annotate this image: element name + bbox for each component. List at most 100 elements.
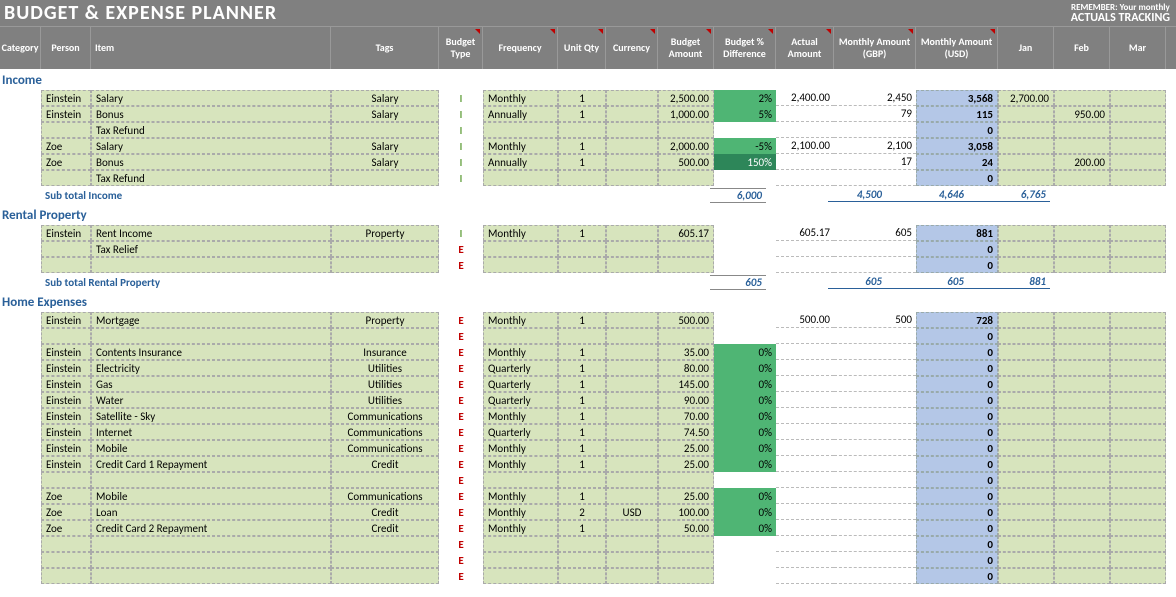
cell-qty[interactable]: 1 (558, 408, 606, 424)
cell-feb[interactable]: 200.00 (1054, 154, 1110, 170)
cell-monthly-usd[interactable]: 115 (916, 106, 998, 122)
cell-mar[interactable] (1110, 408, 1166, 424)
cell-monthly-usd[interactable]: 0 (916, 488, 998, 504)
cell-monthly-gbp[interactable]: 2,450 (834, 90, 916, 106)
cell-feb[interactable] (1054, 328, 1110, 344)
cell-budget-pct-diff[interactable]: 0% (714, 408, 776, 424)
cell-monthly-usd[interactable]: 0 (916, 170, 998, 186)
cell-tags[interactable] (331, 257, 439, 273)
cell-qty[interactable]: 1 (558, 392, 606, 408)
cell-person[interactable]: Zoe (41, 520, 91, 536)
cell-tags[interactable]: Credit (331, 456, 439, 472)
cell-budget-type[interactable]: I (439, 138, 483, 154)
cell-monthly-gbp[interactable] (834, 504, 916, 520)
cell-tags[interactable]: Salary (331, 154, 439, 170)
cell-tags[interactable]: Credit (331, 504, 439, 520)
cell-currency[interactable] (606, 328, 658, 344)
cell-person[interactable]: Einstein (41, 424, 91, 440)
cell-actual-amount[interactable] (776, 392, 834, 408)
cell-person[interactable] (41, 536, 91, 552)
cell-qty[interactable]: 2 (558, 504, 606, 520)
cell-budget-type[interactable]: I (439, 154, 483, 170)
cell-jan[interactable] (998, 225, 1054, 241)
cell-currency[interactable] (606, 376, 658, 392)
cell-jan[interactable] (998, 568, 1054, 584)
cell-mar[interactable] (1110, 456, 1166, 472)
cell-tags[interactable] (331, 241, 439, 257)
cell-qty[interactable] (558, 568, 606, 584)
cell-frequency[interactable]: Quarterly (483, 392, 558, 408)
cell-monthly-gbp[interactable] (834, 170, 916, 186)
col-actual-amount[interactable]: Actual Amount (776, 27, 834, 69)
cell-currency[interactable] (606, 154, 658, 170)
cell-frequency[interactable]: Monthly (483, 488, 558, 504)
cell-frequency[interactable]: Monthly (483, 90, 558, 106)
cell-item[interactable]: Tax Refund (91, 122, 331, 138)
cell-item[interactable]: Gas (91, 376, 331, 392)
table-row[interactable]: EinsteinGasUtilitiesEQuarterly1145.000%0 (0, 376, 1176, 392)
table-row[interactable]: EinsteinSalarySalaryIMonthly12,500.002%2… (0, 90, 1176, 106)
cell-frequency[interactable] (483, 257, 558, 273)
cell-qty[interactable]: 1 (558, 440, 606, 456)
cell-actual-amount[interactable] (776, 328, 834, 344)
cell-budget-type[interactable]: E (439, 257, 483, 273)
cell-tags[interactable]: Salary (331, 90, 439, 106)
cell-mar[interactable] (1110, 328, 1166, 344)
cell-currency[interactable] (606, 360, 658, 376)
cell-feb[interactable] (1054, 424, 1110, 440)
cell-person[interactable]: Einstein (41, 376, 91, 392)
cell-qty[interactable] (558, 241, 606, 257)
cell-budget-amount[interactable] (658, 122, 714, 138)
cell-jan[interactable] (998, 241, 1054, 257)
cell-budget-pct-diff[interactable]: 2% (714, 90, 776, 106)
cell-actual-amount[interactable] (776, 241, 834, 257)
cell-tags[interactable]: Communications (331, 440, 439, 456)
cell-monthly-usd[interactable]: 0 (916, 520, 998, 536)
cell-budget-amount[interactable]: 74.50 (658, 424, 714, 440)
cell-jan[interactable] (998, 472, 1054, 488)
cell-currency[interactable] (606, 568, 658, 584)
cell-currency[interactable]: USD (606, 504, 658, 520)
cell-budget-amount[interactable] (658, 170, 714, 186)
cell-feb[interactable] (1054, 344, 1110, 360)
table-row[interactable]: E0 (0, 536, 1176, 552)
cell-budget-pct-diff[interactable] (714, 257, 776, 273)
table-row[interactable]: E0 (0, 552, 1176, 568)
cell-budget-amount[interactable]: 90.00 (658, 392, 714, 408)
cell-qty[interactable]: 1 (558, 106, 606, 122)
cell-person[interactable]: Einstein (41, 456, 91, 472)
cell-person[interactable]: Einstein (41, 312, 91, 328)
cell-person[interactable]: Einstein (41, 344, 91, 360)
cell-budget-type[interactable]: E (439, 568, 483, 584)
cell-monthly-usd[interactable]: 0 (916, 122, 998, 138)
cell-actual-amount[interactable] (776, 376, 834, 392)
cell-budget-type[interactable]: E (439, 536, 483, 552)
table-row[interactable]: EinsteinSatellite - SkyCommunicationsEMo… (0, 408, 1176, 424)
table-row[interactable]: EinsteinWaterUtilitiesEQuarterly190.000%… (0, 392, 1176, 408)
cell-monthly-usd[interactable]: 0 (916, 257, 998, 273)
cell-budget-pct-diff[interactable]: 0% (714, 504, 776, 520)
cell-budget-amount[interactable] (658, 536, 714, 552)
cell-budget-pct-diff[interactable]: 5% (714, 106, 776, 122)
cell-item[interactable] (91, 536, 331, 552)
cell-monthly-gbp[interactable] (834, 552, 916, 568)
cell-mar[interactable] (1110, 472, 1166, 488)
cell-actual-amount[interactable] (776, 456, 834, 472)
cell-budget-type[interactable]: E (439, 520, 483, 536)
cell-budget-pct-diff[interactable]: 0% (714, 488, 776, 504)
cell-person[interactable] (41, 552, 91, 568)
table-row[interactable]: EinsteinRent IncomePropertyIMonthly1605.… (0, 225, 1176, 241)
cell-monthly-usd[interactable]: 3,058 (916, 138, 998, 154)
cell-item[interactable]: Bonus (91, 154, 331, 170)
cell-actual-amount[interactable] (776, 408, 834, 424)
cell-budget-type[interactable]: E (439, 312, 483, 328)
cell-budget-type[interactable]: E (439, 504, 483, 520)
cell-tags[interactable]: Property (331, 312, 439, 328)
cell-person[interactable]: Zoe (41, 488, 91, 504)
cell-frequency[interactable]: Monthly (483, 504, 558, 520)
table-row[interactable]: ZoeCredit Card 2 RepaymentCreditEMonthly… (0, 520, 1176, 536)
cell-mar[interactable] (1110, 568, 1166, 584)
table-row[interactable]: EinsteinCredit Card 1 RepaymentCreditEMo… (0, 456, 1176, 472)
cell-budget-type[interactable]: E (439, 392, 483, 408)
cell-feb[interactable] (1054, 392, 1110, 408)
